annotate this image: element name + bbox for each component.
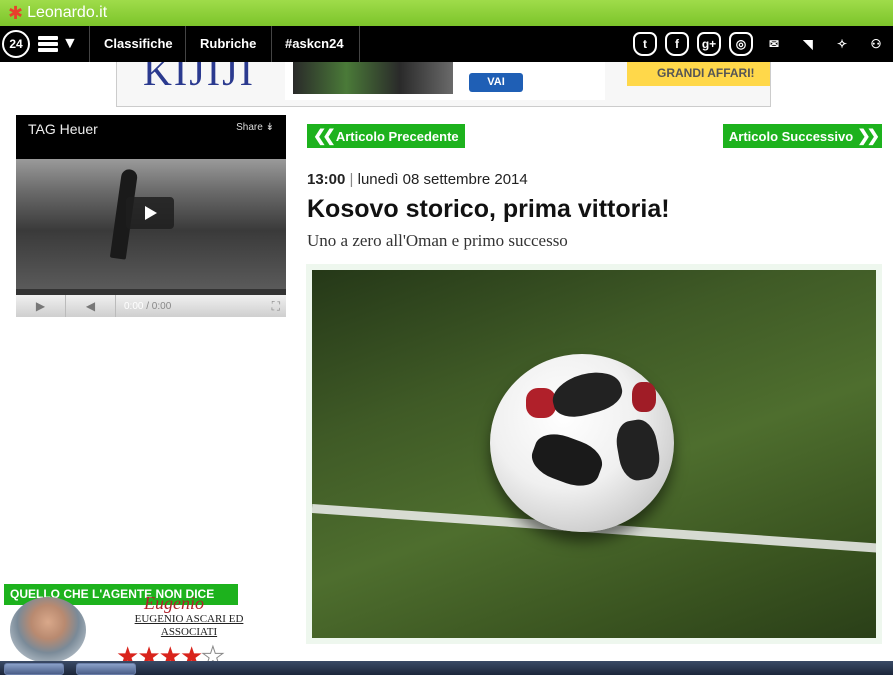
taskbar-app-button[interactable] [4,663,64,675]
google-plus-icon[interactable]: g+ [697,32,721,56]
double-chevron-right-icon: ❯❯ [857,128,880,145]
main-navbar: 24 ▼ Classifiche Rubriche #askcn24 t f g… [0,26,893,62]
agent-firm: EUGENIO ASCARI ED ASSOCIATI [134,613,244,638]
star-icon: ✱ [8,2,24,23]
taskbar-word-button[interactable] [76,663,136,675]
facebook-icon[interactable]: f [665,32,689,56]
article-photo [306,264,882,644]
nav-link-classifiche[interactable]: Classifiche [104,26,173,62]
nav-link-rubriche[interactable]: Rubriche [200,26,256,62]
avatar [10,597,86,663]
site-topbar: ✱ Leonardo.it [0,0,893,26]
ad-content: VAI [285,62,605,100]
ad-promo: GRANDI AFFARI! [627,62,770,86]
social-icons: t f g+ ◎ ✉ ◥ ✧ ⚇ [633,29,889,59]
next-article-label: Articolo Successivo [728,128,854,144]
play-icon[interactable]: ▶ [16,295,66,317]
news24-logo[interactable]: 24 [2,30,30,58]
prev-article-label: Articolo Precedente [335,128,459,144]
next-article-button[interactable]: Articolo Successivo ❯❯ [722,124,882,148]
ad-vai-button[interactable]: VAI [469,73,523,92]
hamburger-icon [38,36,58,52]
play-button[interactable] [126,197,174,229]
article-time: 13:00 [307,171,346,188]
instagram-icon[interactable]: ◎ [729,32,753,56]
video-frame[interactable] [16,159,286,289]
ad-brand: KIJIJI [143,62,255,94]
double-chevron-left-icon: ❮❮ [313,128,336,145]
leonardo-logo[interactable]: ✱ Leonardo.it [8,1,107,25]
agent-signature: Eugenio [144,593,204,613]
ad-banner[interactable]: KIJIJI VAI GRANDI AFFARI! [116,62,771,107]
nav-divider [89,26,90,62]
menu-toggle[interactable]: ▼ [38,34,82,54]
os-taskbar [0,661,893,675]
nav-link-askcn24[interactable]: #askcn24 [285,26,344,62]
nav-divider [185,26,186,62]
video-player[interactable]: TAG Heuer Share ↡ ▶ ◀ 0:00 / 0:00 ⛶ [16,115,286,317]
football-on-grass-image [312,270,876,638]
video-controls: ▶ ◀ 0:00 / 0:00 ⛶ [16,295,286,317]
chevron-down-icon: ▼ [62,35,78,52]
nav-divider [271,26,272,62]
mail-icon[interactable]: ✉ [761,31,787,57]
video-title: TAG Heuer [28,121,98,137]
agent-box[interactable]: Eugenio EUGENIO ASCARI ED ASSOCIATI ★★★★… [8,593,268,672]
site-name: Leonardo.it [27,4,108,21]
nav-divider [359,26,360,62]
article-subheadline: Uno a zero all'Oman e primo successo [307,231,568,250]
user-login-icon[interactable]: ⚇ [863,31,889,57]
prev-article-button[interactable]: ❮❮ Articolo Precedente [307,124,465,148]
volume-icon[interactable]: ◀ [66,295,116,317]
motorcycle-image [293,62,453,94]
fullscreen-icon[interactable]: ⛶ [272,299,280,314]
video-share-button[interactable]: Share ↡ [236,122,274,133]
magic-wand-icon[interactable]: ✧ [829,31,855,57]
video-time: 0:00 / 0:00 [124,300,172,312]
article-meta: 13:00 | lunedì 08 settembre 2014 [307,171,528,188]
twitter-icon[interactable]: t [633,32,657,56]
article-date: lunedì 08 settembre 2014 [357,171,528,188]
rss-icon[interactable]: ◥ [795,31,821,57]
article-headline: Kosovo storico, prima vittoria! [307,195,670,223]
